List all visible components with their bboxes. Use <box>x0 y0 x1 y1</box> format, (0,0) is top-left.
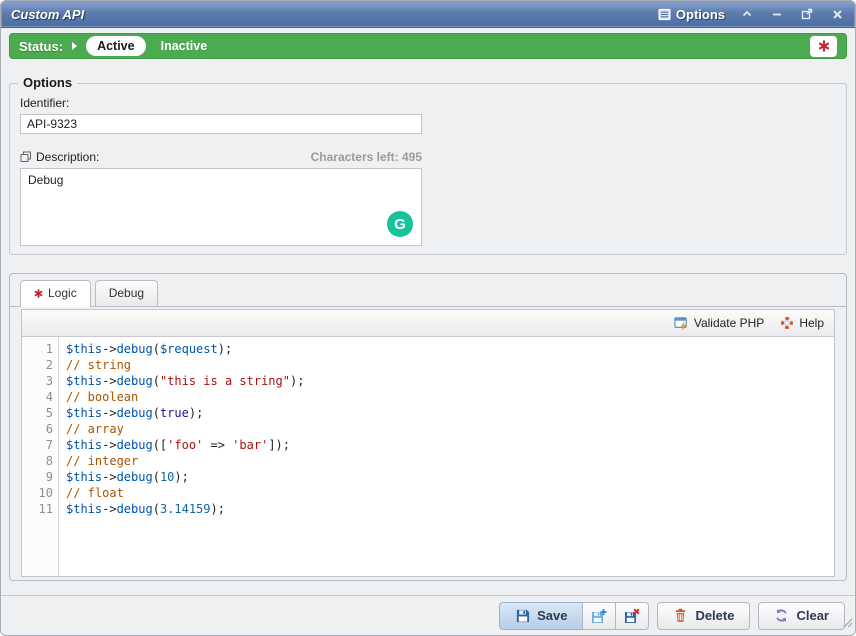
line-number: 7 <box>22 437 53 453</box>
close-button[interactable] <box>829 6 845 22</box>
options-menu-button[interactable]: Options <box>658 7 725 22</box>
code-editor: Validate PHP Help 1234567891011 $this->d… <box>21 309 835 577</box>
minimize-icon <box>771 8 783 20</box>
identifier-label: Identifier: <box>20 96 836 110</box>
code-line: $this->debug($request); <box>66 341 834 357</box>
tab-debug-label: Debug <box>109 286 144 300</box>
tab-logic-label: Logic <box>48 286 77 300</box>
line-number: 9 <box>22 469 53 485</box>
tab-debug[interactable]: Debug <box>95 280 158 306</box>
code-line: // integer <box>66 453 834 469</box>
line-number: 2 <box>22 357 53 373</box>
line-number: 5 <box>22 405 53 421</box>
editor-code[interactable]: $this->debug($request);// string$this->d… <box>59 337 834 576</box>
editor-body[interactable]: 1234567891011 $this->debug($request);// … <box>22 337 834 576</box>
help-lifering-icon <box>780 316 794 330</box>
line-number: 11 <box>22 501 53 517</box>
expand-copy-icon[interactable] <box>20 151 32 163</box>
delete-label: Delete <box>695 608 734 623</box>
options-menu-label: Options <box>676 7 725 22</box>
line-number: 6 <box>22 421 53 437</box>
clear-label: Clear <box>796 608 829 623</box>
code-line: $this->debug(10); <box>66 469 834 485</box>
description-label: Description: <box>36 150 99 164</box>
window-title: Custom API <box>11 7 84 22</box>
status-inactive-button[interactable]: Inactive <box>161 39 208 53</box>
save-new-button[interactable] <box>582 602 616 630</box>
save-button-group: Save <box>499 602 649 630</box>
code-line: $this->debug(true); <box>66 405 834 421</box>
description-row: Description: Characters left: 495 <box>20 150 422 164</box>
code-line: // boolean <box>66 389 834 405</box>
delete-button[interactable]: Delete <box>657 602 750 630</box>
line-number: 1 <box>22 341 53 357</box>
save-button[interactable]: Save <box>499 602 583 630</box>
line-number: 10 <box>22 485 53 501</box>
save-close-icon <box>624 608 640 624</box>
options-list-icon <box>658 8 671 21</box>
validate-php-label: Validate PHP <box>694 316 764 330</box>
required-asterisk-icon <box>34 289 43 298</box>
footer-toolbar: Save Delete Clear <box>1 595 855 635</box>
required-indicator-button[interactable] <box>810 36 837 57</box>
logic-tab-panel: Logic Debug Validate PHP Help <box>9 273 847 581</box>
characters-left: Characters left: 495 <box>311 150 422 164</box>
status-arrow-icon <box>72 42 77 50</box>
status-bar: Status: Active Inactive <box>9 33 847 59</box>
code-line: // float <box>66 485 834 501</box>
code-line: $this->debug(['foo' => 'bar']); <box>66 437 834 453</box>
chevron-up-icon <box>741 8 753 20</box>
help-button[interactable]: Help <box>780 316 824 330</box>
code-line: $this->debug(3.14159); <box>66 501 834 517</box>
status-active-button[interactable]: Active <box>86 36 146 56</box>
code-line: // string <box>66 357 834 373</box>
title-bar: Custom API Options <box>1 1 855 28</box>
tab-strip: Logic Debug <box>10 274 846 307</box>
popout-button[interactable] <box>799 6 815 22</box>
collapse-button[interactable] <box>739 6 755 22</box>
line-number: 3 <box>22 373 53 389</box>
validate-php-button[interactable]: Validate PHP <box>674 316 764 331</box>
refresh-icon <box>774 608 789 623</box>
save-close-button[interactable] <box>615 602 649 630</box>
asterisk-icon <box>818 40 830 52</box>
editor-gutter: 1234567891011 <box>22 337 59 576</box>
save-label: Save <box>537 608 567 623</box>
help-label: Help <box>799 316 824 330</box>
custom-api-window: Custom API Options Status: <box>0 0 856 636</box>
code-line: // array <box>66 421 834 437</box>
identifier-input[interactable] <box>20 114 422 134</box>
options-legend: Options <box>18 75 77 90</box>
trash-icon <box>673 608 688 623</box>
close-icon <box>832 9 843 20</box>
options-fieldset: Options Identifier: Description: Charact… <box>9 83 847 255</box>
save-icon <box>515 608 530 623</box>
save-new-icon <box>591 608 607 624</box>
line-number: 8 <box>22 453 53 469</box>
resize-grip[interactable] <box>842 615 853 633</box>
tab-logic[interactable]: Logic <box>20 280 91 307</box>
clear-button[interactable]: Clear <box>758 602 845 630</box>
code-line: $this->debug("this is a string"); <box>66 373 834 389</box>
description-textarea[interactable]: Debug <box>20 168 422 246</box>
editor-toolbar: Validate PHP Help <box>22 310 834 337</box>
popout-icon <box>801 8 813 20</box>
validate-php-icon <box>674 316 689 331</box>
status-label: Status: <box>19 39 63 54</box>
line-number: 4 <box>22 389 53 405</box>
grammarly-icon[interactable]: G <box>387 211 413 237</box>
minimize-button[interactable] <box>769 6 785 22</box>
